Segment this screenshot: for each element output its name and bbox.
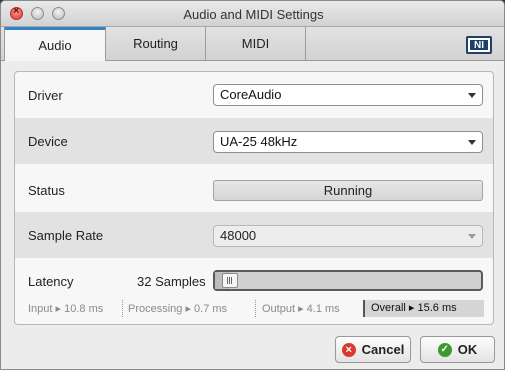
latency-slider-thumb[interactable] (222, 273, 238, 288)
audio-settings-panel: Driver CoreAudio Device UA-25 48kHz Stat… (14, 71, 494, 325)
latency-label: Latency (28, 274, 74, 289)
device-row: Device UA-25 48kHz (15, 118, 493, 164)
output-latency: Output ▸ 4.1 ms (262, 303, 340, 315)
cancel-button[interactable]: × Cancel (335, 336, 411, 363)
chevron-down-icon (468, 93, 476, 98)
latency-slider[interactable] (213, 270, 483, 291)
latency-breakdown: Input ▸ 10.8 ms Processing ▸ 0.7 ms Outp… (15, 300, 493, 318)
native-instruments-logo: NI (466, 36, 492, 54)
title-bar: Audio and MIDI Settings (1, 1, 504, 27)
status-label: Status (28, 183, 65, 198)
audio-midi-settings-window: Audio and MIDI Settings Audio Routing MI… (0, 0, 505, 370)
cancel-icon: × (341, 342, 356, 357)
ok-button-label: OK (457, 342, 478, 357)
ok-button[interactable]: ✓ OK (420, 336, 495, 363)
device-value: UA-25 48kHz (220, 134, 298, 149)
device-dropdown[interactable]: UA-25 48kHz (213, 131, 483, 153)
tab-midi[interactable]: MIDI (206, 27, 306, 60)
sample-rate-label: Sample Rate (28, 228, 104, 243)
sample-rate-value: 48000 (220, 228, 257, 243)
latency-row: Latency 32 Samples Input ▸ 10.8 ms Proce… (15, 258, 493, 324)
driver-row: Driver CoreAudio (15, 72, 493, 118)
cancel-button-label: Cancel (361, 342, 405, 357)
divider (255, 300, 256, 317)
tab-routing[interactable]: Routing (106, 27, 206, 60)
input-latency: Input ▸ 10.8 ms (28, 303, 104, 315)
divider (122, 300, 123, 317)
sample-rate-dropdown[interactable]: 48000 (213, 225, 483, 247)
status-indicator: Running (213, 180, 483, 201)
latency-samples-value: 32 Samples (137, 274, 206, 289)
sample-rate-row: Sample Rate 48000 (15, 212, 493, 258)
checkmark-icon: ✓ (437, 342, 452, 357)
tab-audio[interactable]: Audio (4, 27, 106, 61)
tab-bar: Audio Routing MIDI (1, 27, 504, 61)
status-row: Status Running (15, 164, 493, 212)
driver-dropdown[interactable]: CoreAudio (213, 84, 483, 106)
device-label: Device (28, 134, 68, 149)
chevron-down-icon (468, 234, 476, 239)
driver-label: Driver (28, 88, 63, 103)
overall-latency: Overall ▸ 15.6 ms (363, 300, 484, 317)
chevron-down-icon (468, 140, 476, 145)
window-title: Audio and MIDI Settings (183, 7, 324, 22)
processing-latency: Processing ▸ 0.7 ms (128, 303, 228, 315)
driver-value: CoreAudio (220, 87, 282, 102)
